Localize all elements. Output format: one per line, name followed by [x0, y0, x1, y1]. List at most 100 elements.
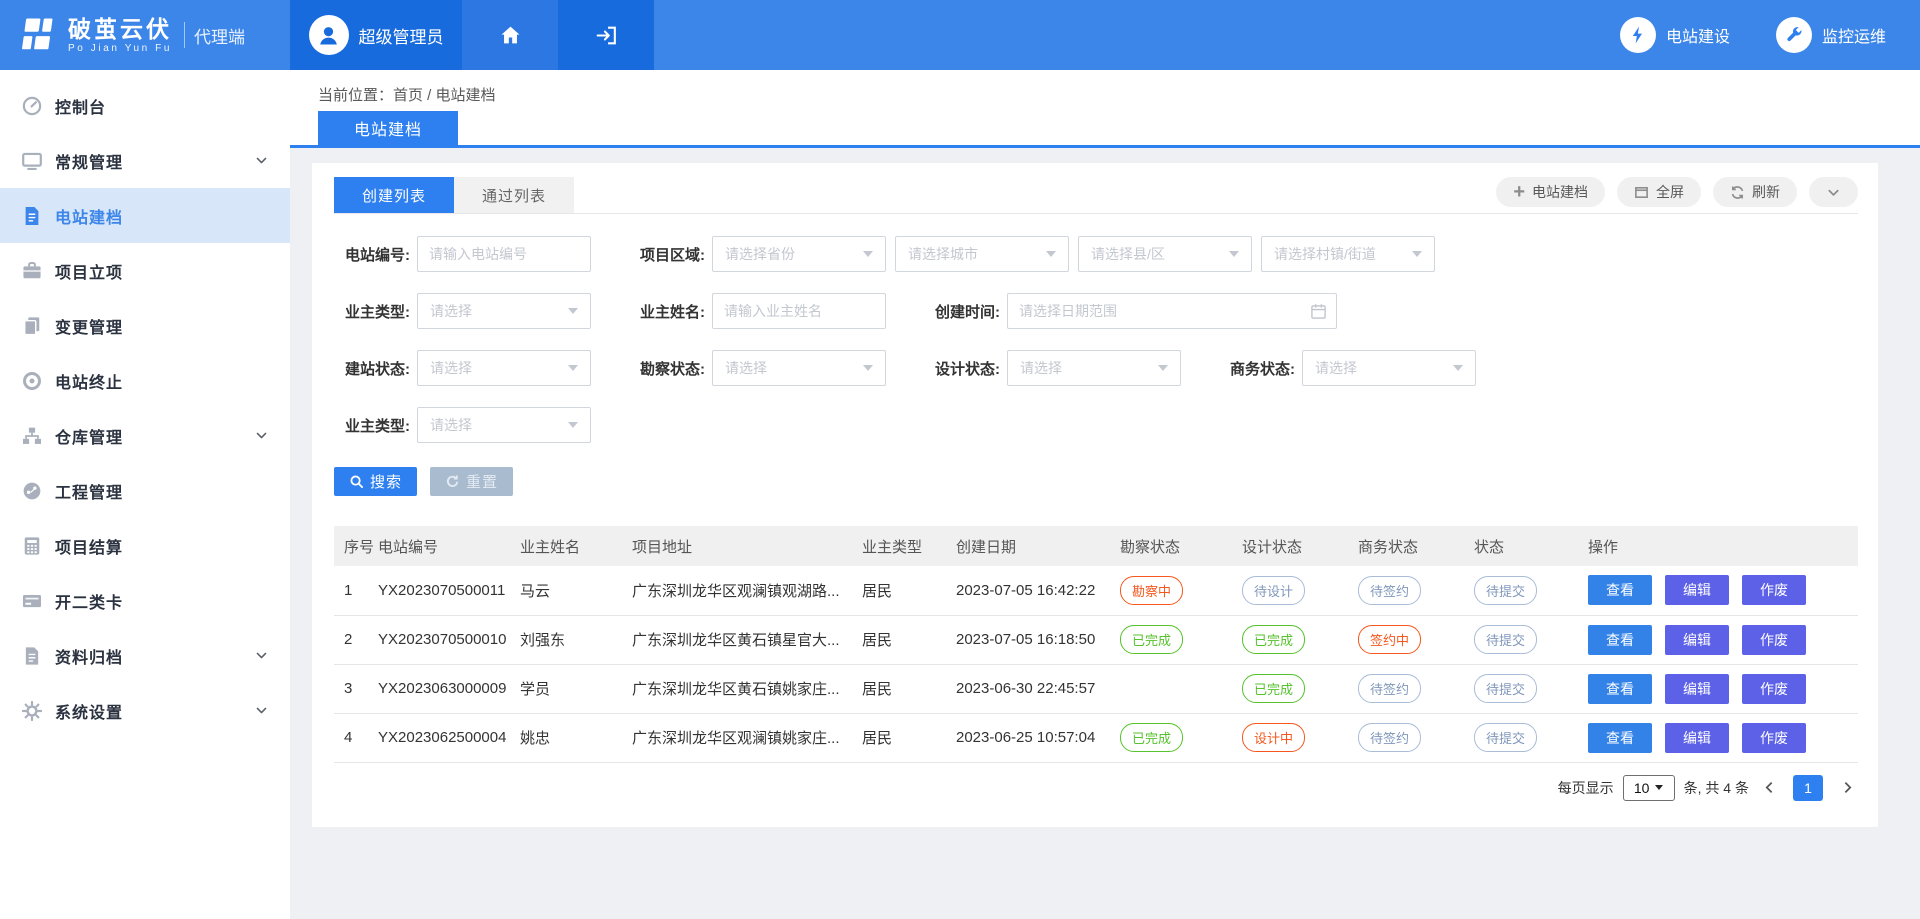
- total-count: 条, 共 4 条: [1684, 778, 1749, 798]
- county-select[interactable]: 请选择县/区: [1078, 236, 1252, 272]
- city-select[interactable]: 请选择城市: [895, 236, 1069, 272]
- gauge-icon: [21, 480, 45, 502]
- quick-link-monitor-ops[interactable]: 监控运维: [1776, 17, 1886, 53]
- lightning-icon: [1620, 17, 1656, 53]
- chevron-down-icon: [255, 429, 268, 442]
- caret-down-icon: [863, 251, 873, 257]
- sidebar-item-pages[interactable]: 变更管理: [0, 298, 290, 353]
- user-menu[interactable]: 超级管理员: [290, 0, 462, 70]
- sidebar-item-label: 电站建档: [55, 204, 123, 228]
- sidebar-item-gear[interactable]: 系统设置: [0, 683, 290, 738]
- actions-cell: 查看编辑作废: [1578, 664, 1858, 713]
- sidebar-item-monitor[interactable]: 常规管理: [0, 133, 290, 188]
- table-row: 4YX2023062500004姚忠广东深圳龙华区观澜镇姚家庄...居民2023…: [334, 713, 1858, 762]
- user-icon: [315, 22, 342, 49]
- sidebar-item-dashboard[interactable]: 控制台: [0, 78, 290, 133]
- list-tabs: 创建列表通过列表: [334, 177, 574, 213]
- sidebar-item-calculator[interactable]: 项目结算: [0, 518, 290, 573]
- logout-button[interactable]: [558, 0, 654, 70]
- status-badge: 勘察中: [1120, 576, 1183, 605]
- collapse-toolbar-button[interactable]: [1809, 177, 1858, 207]
- document-icon: [21, 205, 45, 227]
- actions-cell: 查看编辑作废: [1578, 615, 1858, 664]
- created-date-cell: 2023-06-25 10:57:04: [946, 713, 1110, 762]
- portal-label: 代理端: [194, 23, 245, 48]
- avatar: [309, 15, 349, 55]
- list-tab-passed[interactable]: 通过列表: [454, 177, 574, 213]
- created-date-cell: 2023-06-30 22:45:57: [946, 664, 1110, 713]
- owner-type-cell: 居民: [852, 713, 946, 762]
- created-date-cell: 2023-07-05 16:18:50: [946, 615, 1110, 664]
- sidebar-item-document[interactable]: 电站建档: [0, 188, 290, 243]
- create-station-button[interactable]: + 电站建档: [1496, 177, 1605, 207]
- status-badge: 待提交: [1474, 674, 1537, 703]
- view-button[interactable]: 查看: [1588, 674, 1652, 704]
- design-status-select[interactable]: 请选择: [1007, 350, 1181, 386]
- status-badge: 待签约: [1358, 674, 1421, 703]
- sidebar-item-archive-doc[interactable]: 资料归档: [0, 628, 290, 683]
- sidebar-item-briefcase[interactable]: 项目立项: [0, 243, 290, 298]
- reset-button[interactable]: 重置: [430, 467, 513, 496]
- owner-name-input[interactable]: [713, 294, 885, 328]
- row-index: 1: [334, 566, 368, 615]
- quick-link-station-build[interactable]: 电站建设: [1620, 17, 1730, 53]
- created-range-picker[interactable]: [1008, 294, 1336, 328]
- station-code-input[interactable]: [418, 237, 590, 271]
- design-status-cell: 已完成: [1232, 664, 1348, 713]
- status-badge: 已完成: [1120, 723, 1183, 752]
- view-button[interactable]: 查看: [1588, 723, 1652, 753]
- void-button[interactable]: 作废: [1742, 625, 1806, 655]
- sidebar-item-circle-dot[interactable]: 电站终止: [0, 353, 290, 408]
- caret-down-icon: [568, 422, 578, 428]
- survey-status-select[interactable]: 请选择: [712, 350, 886, 386]
- fullscreen-button[interactable]: 全屏: [1617, 177, 1701, 207]
- current-page[interactable]: 1: [1793, 775, 1823, 801]
- edit-button[interactable]: 编辑: [1665, 723, 1729, 753]
- plus-icon: +: [1513, 185, 1525, 199]
- caret-down-icon: [568, 308, 578, 314]
- town-select[interactable]: 请选择村镇/街道: [1261, 236, 1435, 272]
- edit-button[interactable]: 编辑: [1665, 674, 1729, 704]
- refresh-button[interactable]: 刷新: [1713, 177, 1797, 207]
- prev-page-button[interactable]: [1758, 775, 1780, 801]
- void-button[interactable]: 作废: [1742, 723, 1806, 753]
- edit-button[interactable]: 编辑: [1665, 575, 1729, 605]
- column-header: 操作: [1578, 526, 1858, 566]
- station-code-cell: YX2023070500011: [368, 566, 510, 615]
- filter-row: 电站编号:项目区域:请选择省份请选择城市请选择县/区请选择村镇/街道: [334, 236, 1858, 272]
- view-button[interactable]: 查看: [1588, 575, 1652, 605]
- sidebar-item-bank-card[interactable]: 开二类卡: [0, 573, 290, 628]
- column-header: 业主类型: [852, 526, 946, 566]
- view-button[interactable]: 查看: [1588, 625, 1652, 655]
- search-button[interactable]: 搜索: [334, 467, 417, 496]
- sidebar-item-gauge[interactable]: 工程管理: [0, 463, 290, 518]
- row-index: 4: [334, 713, 368, 762]
- build-status-select[interactable]: 请选择: [417, 350, 591, 386]
- sidebar-item-sitemap[interactable]: 仓库管理: [0, 408, 290, 463]
- business-status-cell: 待签约: [1348, 664, 1464, 713]
- void-button[interactable]: 作废: [1742, 674, 1806, 704]
- business-status-cell: 待签约: [1348, 713, 1464, 762]
- per-page-select[interactable]: 10: [1623, 775, 1675, 801]
- column-header: 商务状态: [1348, 526, 1464, 566]
- table-header-row: 序号电站编号业主姓名项目地址业主类型创建日期勘察状态设计状态商务状态状态操作: [334, 526, 1858, 566]
- page-tab[interactable]: 电站建档: [318, 111, 458, 145]
- address-cell: 广东深圳龙华区黄石镇星官大...: [622, 615, 852, 664]
- sidebar-item-label: 常规管理: [55, 149, 123, 173]
- pages-icon: [21, 315, 45, 337]
- filter-label: 业主姓名:: [629, 301, 705, 322]
- owner-type-cell: 居民: [852, 664, 946, 713]
- edit-button[interactable]: 编辑: [1665, 625, 1729, 655]
- province-select[interactable]: 请选择省份: [712, 236, 886, 272]
- list-tab-created[interactable]: 创建列表: [334, 177, 454, 213]
- select-placeholder: 请选择: [418, 358, 472, 378]
- void-button[interactable]: 作废: [1742, 575, 1806, 605]
- owner-type-select[interactable]: 请选择: [417, 293, 591, 329]
- quick-link-label: 电站建设: [1666, 23, 1730, 47]
- home-button[interactable]: [462, 0, 558, 70]
- breadcrumb-path[interactable]: 首页 / 电站建档: [393, 87, 496, 104]
- column-header: 序号: [334, 526, 368, 566]
- owner-type-2-select[interactable]: 请选择: [417, 407, 591, 443]
- next-page-button[interactable]: [1836, 775, 1858, 801]
- business-status-select[interactable]: 请选择: [1302, 350, 1476, 386]
